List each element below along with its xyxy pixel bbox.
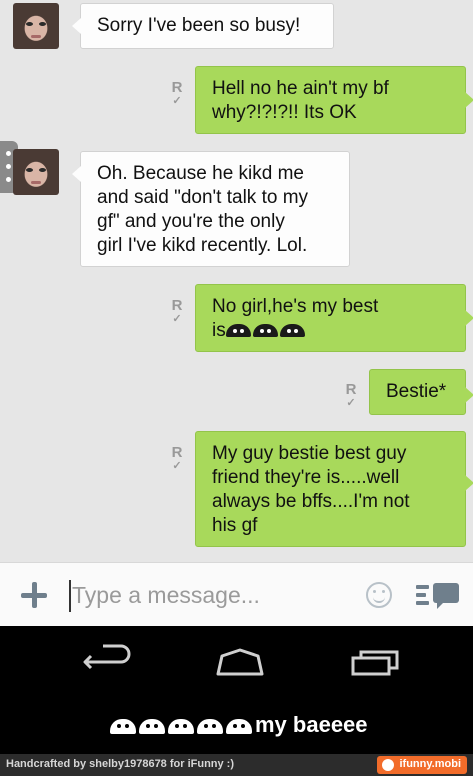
ifunny-logo-icon — [382, 759, 395, 771]
incoming-message[interactable]: Sorry I've been so busy! — [72, 3, 334, 49]
message-line: Hell no he ain't my bf — [212, 78, 389, 99]
chat-thread[interactable]: Sorry I've been so busy! R ✓ Hell no he a… — [0, 0, 473, 562]
message-line: and said "don't talk to my — [97, 187, 309, 208]
android-emoji-icon — [226, 719, 252, 734]
message-line: always be bffs....I'm not — [212, 491, 410, 512]
android-emoji-icon — [252, 324, 278, 337]
outgoing-message[interactable]: My guy bestie best guy friend they're is… — [195, 431, 473, 547]
android-emoji-icon — [139, 719, 165, 734]
outgoing-message[interactable]: No girl,he's my best is — [195, 284, 473, 352]
meme-caption: my baeeee — [0, 698, 473, 754]
contact-avatar[interactable] — [13, 3, 59, 49]
outgoing-message[interactable]: Hell no he ain't my bf why?!?!?!! Its OK — [195, 66, 473, 134]
home-icon[interactable] — [210, 644, 270, 680]
android-emoji-icon — [110, 719, 136, 734]
android-emoji-icon — [197, 719, 223, 734]
caption-text: my baeeee — [255, 712, 368, 737]
message-line: his gf — [212, 515, 258, 536]
credit-text: Handcrafted by shelby1978678 for iFunny … — [6, 758, 235, 770]
message-line: Oh. Because he kikd me — [97, 163, 304, 184]
message-line: why?!?!?!! Its OK — [212, 102, 357, 123]
contact-avatar[interactable] — [13, 149, 59, 195]
smiley-icon[interactable] — [366, 582, 392, 608]
message-composer — [0, 562, 473, 626]
android-emoji-icon — [225, 324, 251, 337]
back-icon[interactable] — [77, 644, 137, 680]
message-line: No girl,he's my best — [212, 296, 379, 317]
recents-icon[interactable] — [345, 644, 405, 680]
plus-icon[interactable] — [18, 579, 50, 611]
message-text: Sorry I've been so busy! — [97, 15, 301, 36]
message-input[interactable] — [72, 575, 342, 615]
system-navigation-bar — [0, 626, 473, 698]
watermark-footer: Handcrafted by shelby1978678 for iFunny … — [0, 754, 473, 776]
read-receipt-icon: R ✓ — [345, 381, 357, 409]
send-icon[interactable] — [416, 583, 460, 609]
read-receipt-icon: R ✓ — [171, 79, 183, 107]
message-text: Bestie* — [386, 381, 447, 402]
message-line: gf" and you're the only — [97, 211, 285, 232]
read-receipt-icon: R ✓ — [171, 297, 183, 325]
brand-link[interactable]: ifunny.mobi — [377, 756, 467, 774]
message-line: girl I've kikd recently. Lol. — [97, 235, 308, 256]
android-emoji-icon — [168, 719, 194, 734]
read-receipt-icon: R ✓ — [171, 444, 183, 472]
incoming-message[interactable]: Oh. Because he kikd me and said "don't t… — [72, 151, 350, 267]
message-line: friend they're is.....well — [212, 467, 400, 488]
android-emoji-icon — [279, 324, 305, 337]
outgoing-message[interactable]: Bestie* — [369, 369, 473, 415]
message-line: My guy bestie best guy — [212, 443, 407, 464]
message-line: is — [212, 320, 226, 341]
text-cursor — [69, 580, 71, 612]
